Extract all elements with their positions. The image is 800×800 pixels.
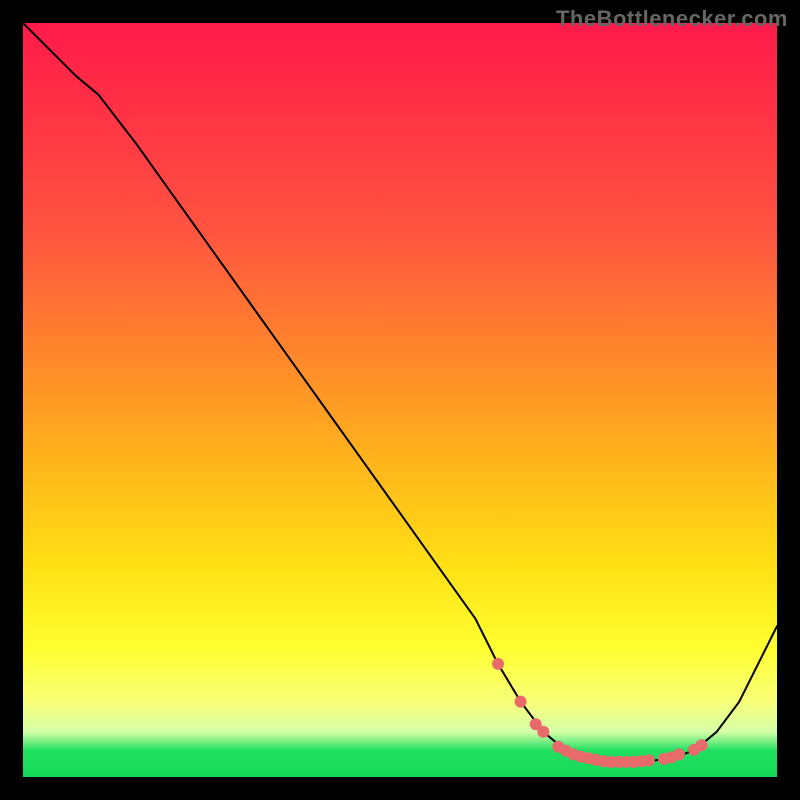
data-marker (673, 748, 685, 760)
data-marker (515, 696, 527, 708)
watermark-label: TheBottlenecker.com (556, 6, 788, 32)
marker-group (492, 658, 708, 768)
data-marker (492, 658, 504, 670)
bottleneck-curve (23, 23, 777, 762)
plot-area (23, 23, 777, 777)
chart-svg (23, 23, 777, 777)
data-marker (643, 754, 655, 766)
chart-frame: TheBottlenecker.com (0, 0, 800, 800)
data-marker (696, 739, 708, 751)
data-marker (537, 726, 549, 738)
